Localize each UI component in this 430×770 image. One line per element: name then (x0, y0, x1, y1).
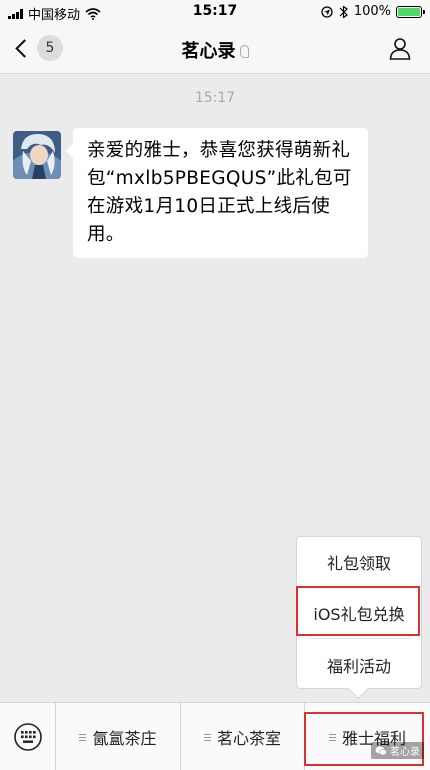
alarm-icon (339, 5, 348, 18)
menu-item-label: 茗心茶室 (216, 729, 281, 748)
battery-icon (396, 5, 425, 18)
bottom-menu-bar: 氤氲茶庄 茗心茶室 雅士福利 (0, 702, 430, 770)
page-title-text: 茗心录 (181, 41, 236, 62)
menu-item-label: 氤氲茶庄 (92, 729, 157, 748)
menu-list-icon (328, 733, 336, 741)
menu-list-icon (79, 733, 87, 741)
page-title: 茗心录 (0, 37, 430, 63)
watermark: 茗心录 (371, 742, 424, 759)
message-bubble: 亲爱的雅士，恭喜您获得萌新礼包“mxlb5PBEGQUS”此礼包可在游戏1月10… (66, 128, 368, 258)
battery-fill (398, 7, 420, 16)
menu-list-icon (203, 733, 211, 741)
keyboard-toggle-button[interactable] (0, 703, 56, 770)
profile-icon[interactable] (388, 36, 412, 60)
battery-percent: 100% (353, 4, 391, 19)
menu-item-tea-manor[interactable]: 氤氲茶庄 (56, 703, 181, 770)
submenu-item-ios-gift-redeem[interactable]: iOS礼包兑换 (305, 588, 413, 639)
nav-bar: 5 茗心录 (0, 24, 430, 74)
submenu-popup: 礼包领取 iOS礼包兑换 福利活动 (296, 536, 422, 689)
message-timestamp: 15:17 (194, 90, 236, 106)
wechat-logo-icon (375, 745, 387, 755)
watermark-text: 茗心录 (390, 747, 420, 758)
status-right: 100% (321, 4, 425, 19)
location-icon (321, 5, 333, 18)
menu-item-scholar-welfare[interactable]: 雅士福利 (305, 703, 430, 770)
keyboard-icon (13, 723, 42, 751)
status-bar: 中国移动 15:17 100% (0, 0, 430, 24)
submenu-item-welfare-events[interactable]: 福利活动 (305, 639, 413, 690)
avatar[interactable] (13, 131, 61, 179)
ear-icon (239, 45, 249, 58)
submenu-item-gift-claim[interactable]: 礼包领取 (305, 537, 413, 588)
menu-item-tea-room[interactable]: 茗心茶室 (181, 703, 305, 770)
